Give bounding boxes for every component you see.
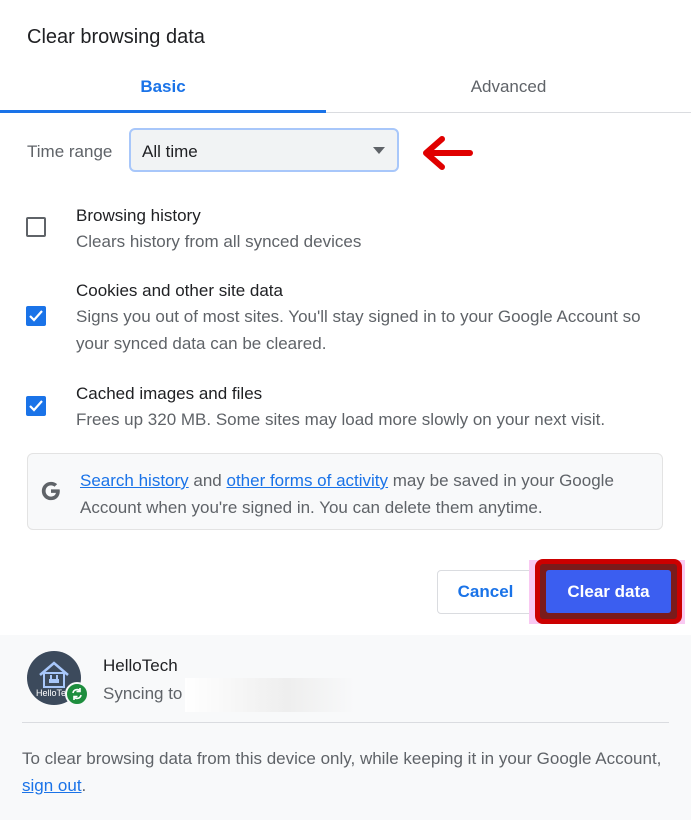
cancel-button[interactable]: Cancel — [437, 570, 534, 614]
tab-advanced[interactable]: Advanced — [326, 62, 691, 112]
checkmark-icon — [29, 310, 43, 322]
option-description: Frees up 320 MB. Some sites may load mor… — [76, 410, 606, 429]
redacted-email — [185, 678, 355, 712]
chevron-down-icon — [373, 147, 385, 154]
dialog-title: Clear browsing data — [27, 26, 205, 48]
avatar-text: HelloTe — [36, 688, 67, 698]
divider — [22, 722, 669, 723]
option-description: Clears history from all synced devices — [76, 232, 362, 251]
sign-out-link[interactable]: sign out — [22, 776, 82, 795]
sync-status: Syncing to — [103, 684, 183, 703]
footer-text: To clear browsing data from this device … — [22, 749, 662, 768]
browsing-history-checkbox[interactable] — [26, 217, 46, 237]
time-range-select[interactable]: All time — [129, 128, 399, 172]
tab-advanced-label: Advanced — [470, 77, 547, 96]
option-title: Browsing history — [76, 206, 201, 225]
tab-selected-indicator — [0, 110, 326, 113]
footer-note: To clear browsing data from this device … — [22, 745, 662, 799]
account-name: HelloTech — [103, 656, 178, 675]
option-title: Cached images and files — [76, 384, 263, 403]
sync-icon — [65, 682, 89, 706]
footer-text-end: . — [81, 776, 87, 795]
tab-basic-label: Basic — [140, 77, 186, 96]
info-text: Search history and other forms of activi… — [80, 467, 650, 521]
time-range-value: All time — [142, 142, 198, 161]
checkmark-icon — [29, 400, 43, 412]
search-history-link[interactable]: Search history — [80, 471, 189, 490]
option-description: Signs you out of most sites. You'll stay… — [76, 307, 641, 353]
google-activity-info: Search history and other forms of activi… — [27, 453, 663, 530]
google-g-icon — [41, 481, 60, 501]
time-range-label: Time range — [27, 142, 113, 161]
clear-browsing-data-dialog: Clear browsing data Basic Advanced Time … — [0, 0, 691, 820]
cached-images-checkbox[interactable] — [26, 396, 46, 416]
tab-bar: Basic Advanced — [0, 62, 691, 113]
option-title: Cookies and other site data — [76, 281, 283, 300]
other-activity-link[interactable]: other forms of activity — [226, 471, 388, 490]
info-text-part: and — [188, 471, 227, 490]
annotation-arrow-icon — [423, 136, 473, 170]
clear-data-button[interactable]: Clear data — [546, 570, 671, 613]
tab-basic[interactable]: Basic — [0, 62, 326, 113]
cookies-checkbox[interactable] — [26, 306, 46, 326]
